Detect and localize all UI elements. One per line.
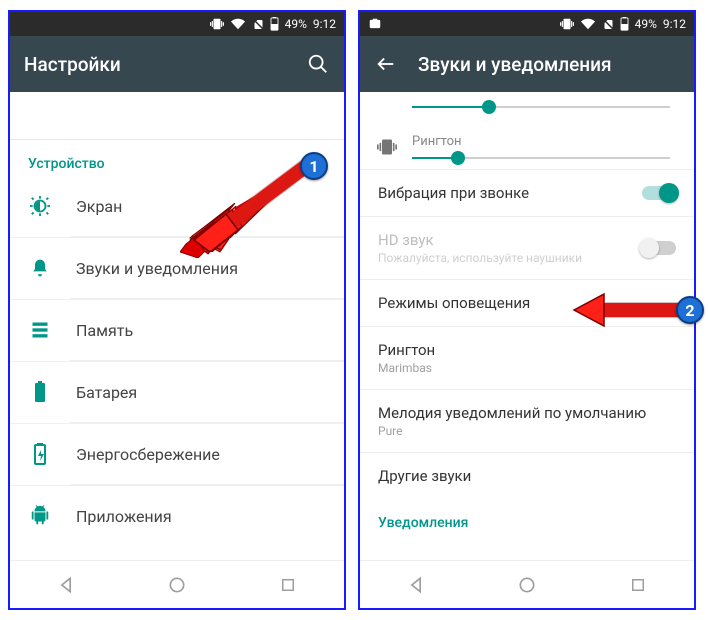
vibrate-icon — [560, 17, 574, 31]
blank-row — [10, 92, 344, 140]
annotation-badge-2: 2 — [676, 296, 704, 324]
nav-bar — [10, 560, 344, 608]
search-icon[interactable] — [306, 52, 330, 76]
row-title: Рингтон — [378, 341, 676, 359]
row-powersave[interactable]: Энергосбережение — [10, 423, 344, 484]
nav-home-icon[interactable] — [513, 571, 541, 599]
no-sim-icon — [252, 17, 264, 31]
nav-recent-icon[interactable] — [624, 571, 652, 599]
row-title: HD звук — [378, 231, 642, 249]
battery-saver-icon — [28, 442, 52, 466]
slider-row-previous — [360, 92, 694, 124]
battery-icon — [270, 17, 279, 31]
annotation-arrow-2 — [572, 288, 692, 338]
nav-bar — [360, 560, 694, 608]
clock-text: 9:12 — [663, 17, 686, 31]
clock-text: 9:12 — [313, 17, 336, 31]
nav-back-icon[interactable] — [52, 571, 80, 599]
brightness-icon — [28, 194, 52, 218]
battery-text: 49% — [635, 17, 657, 31]
slider-track[interactable] — [412, 106, 670, 108]
vibrate-icon — [376, 136, 398, 158]
slider-row-ringtone: Рингтон — [360, 124, 694, 169]
row-title: Вибрация при звонке — [378, 184, 642, 202]
status-bar: 49% 9:12 — [360, 12, 694, 36]
annotation-arrow-1 — [188, 160, 313, 252]
back-icon[interactable] — [374, 52, 398, 76]
row-apps[interactable]: Приложения — [10, 485, 344, 546]
page-title: Звуки и уведомления — [418, 53, 680, 76]
no-sim-icon — [602, 17, 614, 31]
row-label: Память — [76, 321, 133, 340]
nav-recent-icon[interactable] — [274, 571, 302, 599]
row-label: Экран — [76, 197, 122, 216]
nav-home-icon[interactable] — [163, 571, 191, 599]
vibrate-icon — [210, 17, 224, 31]
section-header-notifications: Уведомления — [360, 499, 694, 535]
status-bar: 49% 9:12 — [10, 12, 344, 36]
slider-track[interactable] — [412, 157, 670, 159]
row-label: Энергосбережение — [76, 445, 220, 464]
screenshot-icon — [368, 17, 382, 31]
annotation-badge-1: 1 — [300, 152, 328, 180]
wifi-icon — [580, 17, 596, 31]
row-subtitle: Marimbas — [378, 361, 676, 375]
row-hd-sound: HD звук Пожалуйста, используйте наушники — [360, 216, 694, 279]
android-icon — [28, 504, 52, 528]
slider-label: Рингтон — [412, 134, 670, 149]
wifi-icon — [230, 17, 246, 31]
row-battery[interactable]: Батарея — [10, 361, 344, 422]
row-storage[interactable]: Память — [10, 299, 344, 360]
nav-back-icon[interactable] — [402, 571, 430, 599]
row-vibrate-on-call[interactable]: Вибрация при звонке — [360, 169, 694, 216]
phone-screenshot-1: 49% 9:12 Настройки Устройство Экран Звук… — [8, 10, 346, 610]
toggle-hd — [642, 241, 676, 255]
row-label: Батарея — [76, 383, 137, 402]
storage-icon — [28, 318, 52, 342]
battery-icon — [620, 17, 629, 31]
row-label: Приложения — [76, 507, 172, 526]
row-subtitle: Pure — [378, 424, 676, 438]
page-title: Настройки — [24, 53, 286, 76]
row-title: Другие звуки — [378, 467, 676, 485]
row-label: Звуки и уведомления — [76, 259, 238, 278]
toggle-vibrate[interactable] — [642, 186, 676, 200]
app-bar: Звуки и уведомления — [360, 36, 694, 92]
battery-text: 49% — [285, 17, 307, 31]
battery-icon — [28, 380, 52, 404]
row-other-sounds[interactable]: Другие звуки — [360, 452, 694, 499]
row-subtitle: Пожалуйста, используйте наушники — [378, 251, 642, 265]
row-default-notification[interactable]: Мелодия уведомлений по умолчанию Pure — [360, 389, 694, 452]
bell-icon — [28, 256, 52, 280]
row-title: Мелодия уведомлений по умолчанию — [378, 404, 676, 422]
app-bar: Настройки — [10, 36, 344, 92]
